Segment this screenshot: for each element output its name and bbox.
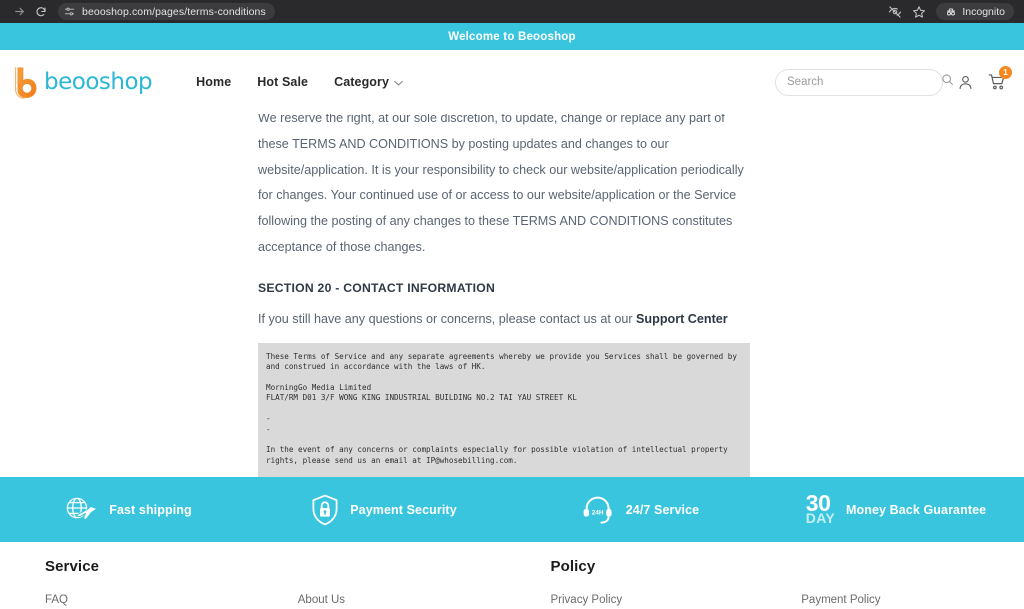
footer-column-service: Service FAQ xyxy=(0,558,268,606)
search-box[interactable] xyxy=(775,68,953,96)
footer-link-faq[interactable]: FAQ xyxy=(45,594,268,606)
address-bar[interactable]: beooshop.com/pages/terms-conditions xyxy=(58,3,275,20)
nav-item-hot-sale-label: Hot Sale xyxy=(257,75,309,89)
footer-column-policy: Policy Privacy Policy xyxy=(521,558,774,606)
account-button[interactable] xyxy=(957,74,974,91)
terms-paragraph: We reserve the right, at our sole discre… xyxy=(258,114,744,254)
chevron-down-icon xyxy=(394,75,403,89)
feature-fast-shipping-label: Fast shipping xyxy=(109,502,192,517)
main-navigation: Home Hot Sale Category xyxy=(196,75,403,89)
header-actions: 1 xyxy=(775,66,1012,96)
search-icon[interactable] xyxy=(941,73,954,91)
site-logo-text: beooshop xyxy=(44,69,153,95)
incognito-icon xyxy=(947,8,956,15)
site-settings-icon xyxy=(64,7,75,16)
headset-24h-icon: 24H xyxy=(581,495,615,525)
footer-column-about: About Us xyxy=(268,558,521,606)
footer-heading-about xyxy=(298,558,521,580)
feature-money-back: 30 DAY Money Back Guarantee xyxy=(768,492,1024,527)
feature-fast-shipping: Fast shipping xyxy=(0,495,256,525)
support-center-link[interactable]: Support Center xyxy=(636,312,728,326)
address-bar-url: beooshop.com/pages/terms-conditions xyxy=(82,5,266,18)
contact-paragraph-text: If you still have any questions or conce… xyxy=(258,311,637,326)
eye-off-icon xyxy=(889,5,902,18)
footer-heading-service: Service xyxy=(45,558,100,575)
site-footer: Service FAQ About Us Policy Privacy Poli… xyxy=(0,542,1024,606)
terms-document: We reserve the right, at our sole discre… xyxy=(258,114,750,477)
incognito-label: Incognito xyxy=(962,5,1005,18)
feature-bar: Fast shipping Payment Security 24H 24/7 … xyxy=(0,477,1024,542)
footer-link-payment-policy[interactable]: Payment Policy xyxy=(801,594,1024,606)
footer-heading-policy: Policy xyxy=(550,558,596,575)
tracking-protection-button[interactable] xyxy=(888,5,902,19)
thirty-day-unit: DAY xyxy=(805,510,835,527)
svg-text:24H: 24H xyxy=(591,509,603,516)
arrow-right-icon xyxy=(14,7,24,16)
feature-service-label: 24/7 Service xyxy=(625,502,700,517)
legal-code-text: These Terms of Service and any separate … xyxy=(266,351,737,465)
thirty-day-icon: 30 DAY xyxy=(805,492,835,527)
cart-button[interactable]: 1 xyxy=(988,66,1012,91)
globe-plane-icon xyxy=(64,495,98,525)
site-logo[interactable]: beooshop xyxy=(14,66,153,99)
site-header: beooshop Home Hot Sale Category Search 1 xyxy=(0,50,1024,114)
footer-link-privacy-policy[interactable]: Privacy Policy xyxy=(551,594,774,606)
reload-icon xyxy=(36,6,46,16)
nav-item-home[interactable]: Home xyxy=(196,75,231,89)
incognito-indicator[interactable]: Incognito xyxy=(936,3,1014,20)
browser-actions: Incognito xyxy=(888,3,1016,20)
star-icon xyxy=(913,5,926,18)
forward-button[interactable] xyxy=(8,3,30,21)
b-logo-icon xyxy=(15,66,37,99)
footer-heading-payment xyxy=(801,558,1024,580)
reload-button[interactable] xyxy=(30,3,52,21)
feature-service: 24H 24/7 Service xyxy=(512,495,768,525)
section-heading: SECTION 20 - CONTACT INFORMATION xyxy=(258,280,496,295)
contact-paragraph: If you still have any questions or conce… xyxy=(258,309,750,329)
user-icon xyxy=(959,75,972,89)
legal-code-block: These Terms of Service and any separate … xyxy=(258,342,750,477)
feature-payment-security-label: Payment Security xyxy=(350,502,457,517)
nav-item-category[interactable]: Category xyxy=(334,75,403,89)
feature-payment-security: Payment Security xyxy=(256,494,512,526)
announcement-text: Welcome to Beooshop xyxy=(448,30,576,43)
shield-lock-icon xyxy=(311,494,339,526)
nav-item-home-label: Home xyxy=(196,75,232,89)
announcement-bar: Welcome to Beooshop xyxy=(0,23,1024,50)
footer-column-payment: Payment Policy xyxy=(773,558,1024,606)
cart-count-badge: 1 xyxy=(999,66,1012,79)
nav-item-category-label: Category xyxy=(334,75,390,89)
footer-link-about-us[interactable]: About Us xyxy=(298,594,521,606)
page-content: We reserve the right, at our sole discre… xyxy=(0,114,1024,477)
nav-item-hot-sale[interactable]: Hot Sale xyxy=(257,75,308,89)
bookmark-button[interactable] xyxy=(912,5,926,19)
feature-money-back-label: Money Back Guarantee xyxy=(845,502,987,517)
footer-columns: Service FAQ About Us Policy Privacy Poli… xyxy=(0,558,1024,606)
search-input[interactable] xyxy=(787,76,941,88)
browser-toolbar: beooshop.com/pages/terms-conditions Inco… xyxy=(0,0,1024,23)
